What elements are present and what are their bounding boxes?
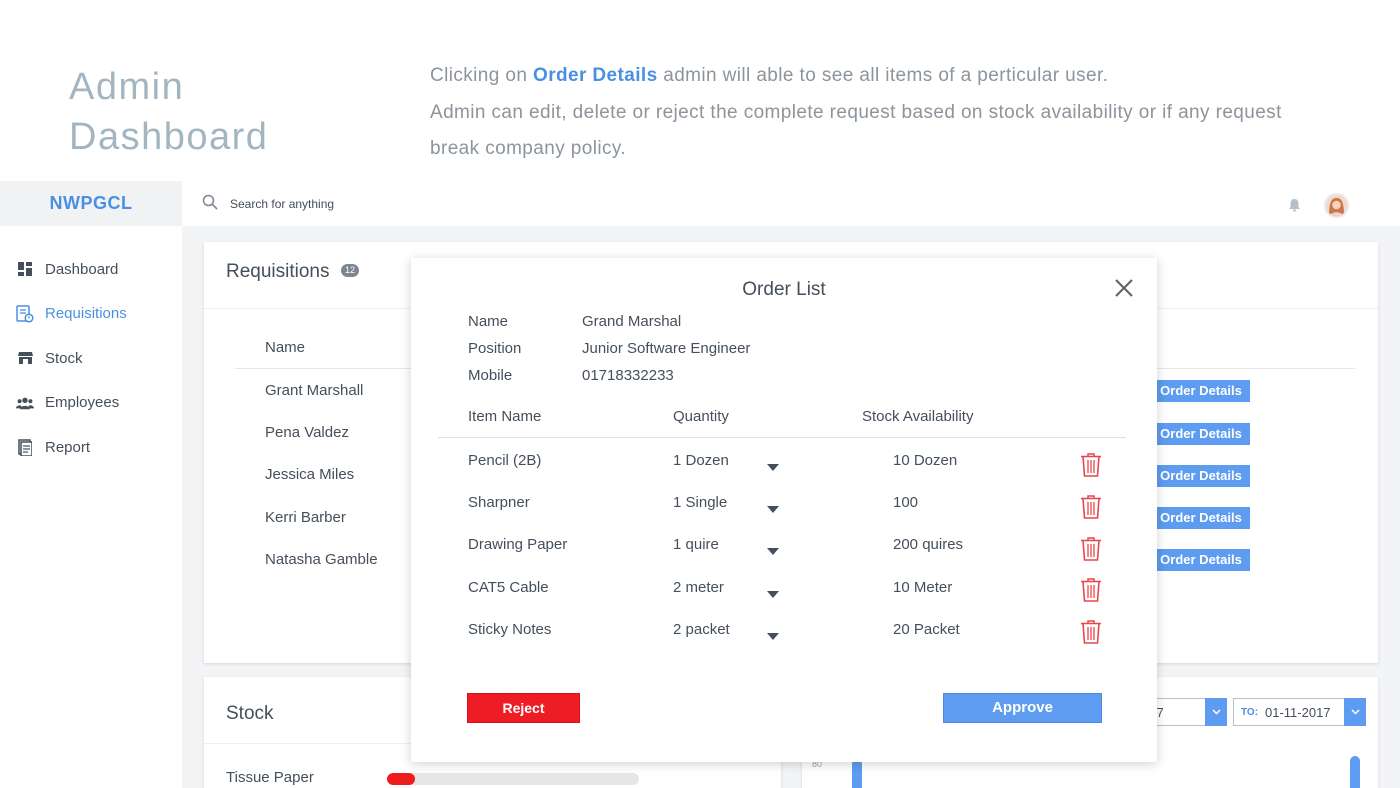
sidebar-item-requisitions[interactable]: Requisitions — [0, 292, 182, 337]
date-to-picker[interactable]: TO: 01-11-2017 — [1233, 698, 1366, 726]
top-bar — [182, 181, 1400, 226]
chevron-down-icon[interactable] — [1344, 698, 1366, 726]
sidebar-item-label: Report — [45, 438, 91, 456]
report-icon — [16, 438, 34, 456]
order-details-button[interactable]: Order Details — [1152, 549, 1250, 571]
info-value-mobile: 01718332233 — [582, 367, 674, 384]
quantity-value: 1 quire — [673, 536, 719, 553]
caret-down-icon — [766, 459, 780, 471]
info-label-position: Position — [468, 340, 522, 357]
stock-icon — [16, 349, 34, 367]
requisition-name: Jessica Miles — [265, 466, 355, 483]
chart-bar — [1350, 756, 1360, 788]
stock-availability: 10 Dozen — [893, 452, 958, 469]
caret-down-icon — [766, 586, 780, 598]
modal-title: Order List — [742, 279, 826, 300]
order-details-button[interactable]: Order Details — [1152, 423, 1250, 445]
info-label-name: Name — [468, 313, 509, 330]
order-item-name: Drawing Paper — [468, 536, 568, 553]
sidebar-item-employees[interactable]: Employees — [0, 381, 182, 426]
quantity-select[interactable]: 1 Single — [673, 494, 783, 516]
stock-availability: 10 Meter — [893, 579, 953, 596]
dashboard-icon — [16, 260, 34, 278]
order-item-name: Sharpner — [468, 494, 530, 511]
quantity-select[interactable]: 1 quire — [673, 536, 783, 558]
sidebar-item-label: Stock — [45, 349, 83, 367]
stock-title: Stock — [226, 703, 274, 724]
quantity-select[interactable]: 2 meter — [673, 579, 783, 601]
reject-button[interactable]: Reject — [467, 693, 580, 723]
stock-availability: 200 quires — [893, 536, 964, 553]
order-list-modal: Order List Name Grand Marshal Position J… — [411, 258, 1157, 762]
stock-availability: 100 — [893, 494, 919, 511]
stock-availability: 20 Packet — [893, 621, 960, 638]
chart-bar — [852, 759, 862, 788]
hero-desc-link: Order Details — [533, 65, 658, 86]
info-value-position: Junior Software Engineer — [582, 340, 751, 357]
requisitions-count-badge: 12 — [341, 264, 360, 277]
sidebar: NWPGCL Dashboard Requisitions Stock Empl… — [0, 181, 182, 788]
approve-button[interactable]: Approve — [943, 693, 1102, 723]
sidebar-item-label: Requisitions — [45, 305, 127, 323]
column-header-item: Item Name — [468, 408, 542, 425]
quantity-value: 1 Single — [673, 494, 728, 511]
sidebar-item-stock[interactable]: Stock — [0, 336, 182, 381]
brand-logo[interactable]: NWPGCL — [0, 181, 182, 226]
sidebar-item-dashboard[interactable]: Dashboard — [0, 247, 182, 292]
employees-icon — [16, 394, 34, 412]
stock-level-bar — [387, 773, 639, 785]
order-item-name: Sticky Notes — [468, 621, 552, 638]
hero-description: Clicking on Order Details admin will abl… — [430, 58, 1330, 168]
requisition-name: Grant Marshall — [265, 382, 364, 399]
chevron-down-icon[interactable] — [1205, 698, 1227, 726]
quantity-select[interactable]: 1 Dozen — [673, 452, 783, 474]
requisition-name: Kerri Barber — [265, 509, 346, 526]
order-item-name: CAT5 Cable — [468, 579, 549, 596]
column-header-stock: Stock Availability — [862, 408, 974, 425]
hero-desc-line1: admin will able to see all items of a pe… — [657, 65, 1109, 86]
search-input[interactable] — [230, 194, 530, 214]
column-header-quantity: Quantity — [673, 408, 729, 425]
date-to-value: 01-11-2017 — [1265, 705, 1331, 720]
quantity-select[interactable]: 2 packet — [673, 621, 783, 643]
order-details-button[interactable]: Order Details — [1152, 465, 1250, 487]
caret-down-icon — [766, 543, 780, 555]
requisition-name: Natasha Gamble — [265, 551, 378, 568]
sidebar-item-report[interactable]: Report — [0, 425, 182, 470]
bell-icon[interactable] — [1288, 198, 1302, 212]
requisitions-title: Requisitions — [226, 261, 330, 282]
user-avatar[interactable] — [1324, 193, 1349, 218]
caret-down-icon — [766, 628, 780, 640]
close-icon[interactable] — [1112, 276, 1136, 300]
info-value-name: Grand Marshal — [582, 313, 682, 330]
search-icon[interactable] — [202, 194, 220, 212]
requisition-name: Pena Valdez — [265, 424, 349, 441]
stock-level-fill — [387, 773, 415, 785]
screen: Admin Dashboard Clicking on Order Detail… — [0, 0, 1400, 788]
date-to-label: TO: — [1241, 707, 1259, 718]
sidebar-item-label: Dashboard — [45, 260, 119, 278]
column-header-name: Name — [265, 339, 306, 356]
quantity-value: 1 Dozen — [673, 452, 729, 469]
trash-icon[interactable] — [1080, 453, 1102, 477]
stock-item-name: Tissue Paper — [226, 769, 314, 786]
info-label-mobile: Mobile — [468, 367, 513, 384]
order-details-button[interactable]: Order Details — [1152, 507, 1250, 529]
trash-icon[interactable] — [1080, 537, 1102, 561]
order-details-button[interactable]: Order Details — [1152, 380, 1250, 402]
sidebar-nav: Dashboard Requisitions Stock Employees R… — [0, 247, 182, 470]
sidebar-item-label: Employees — [45, 394, 120, 412]
divider — [438, 437, 1126, 438]
trash-icon[interactable] — [1080, 620, 1102, 644]
quantity-value: 2 packet — [673, 621, 730, 638]
order-item-name: Pencil (2B) — [468, 452, 542, 469]
caret-down-icon — [766, 501, 780, 513]
trash-icon[interactable] — [1080, 578, 1102, 602]
quantity-value: 2 meter — [673, 579, 724, 596]
hero-desc-line2: Admin can edit, delete or reject the com… — [430, 101, 1282, 160]
hero-desc-prefix: Clicking on — [430, 65, 534, 86]
hero-title: Admin Dashboard — [69, 66, 269, 158]
trash-icon[interactable] — [1080, 495, 1102, 519]
requisitions-icon — [16, 305, 34, 323]
